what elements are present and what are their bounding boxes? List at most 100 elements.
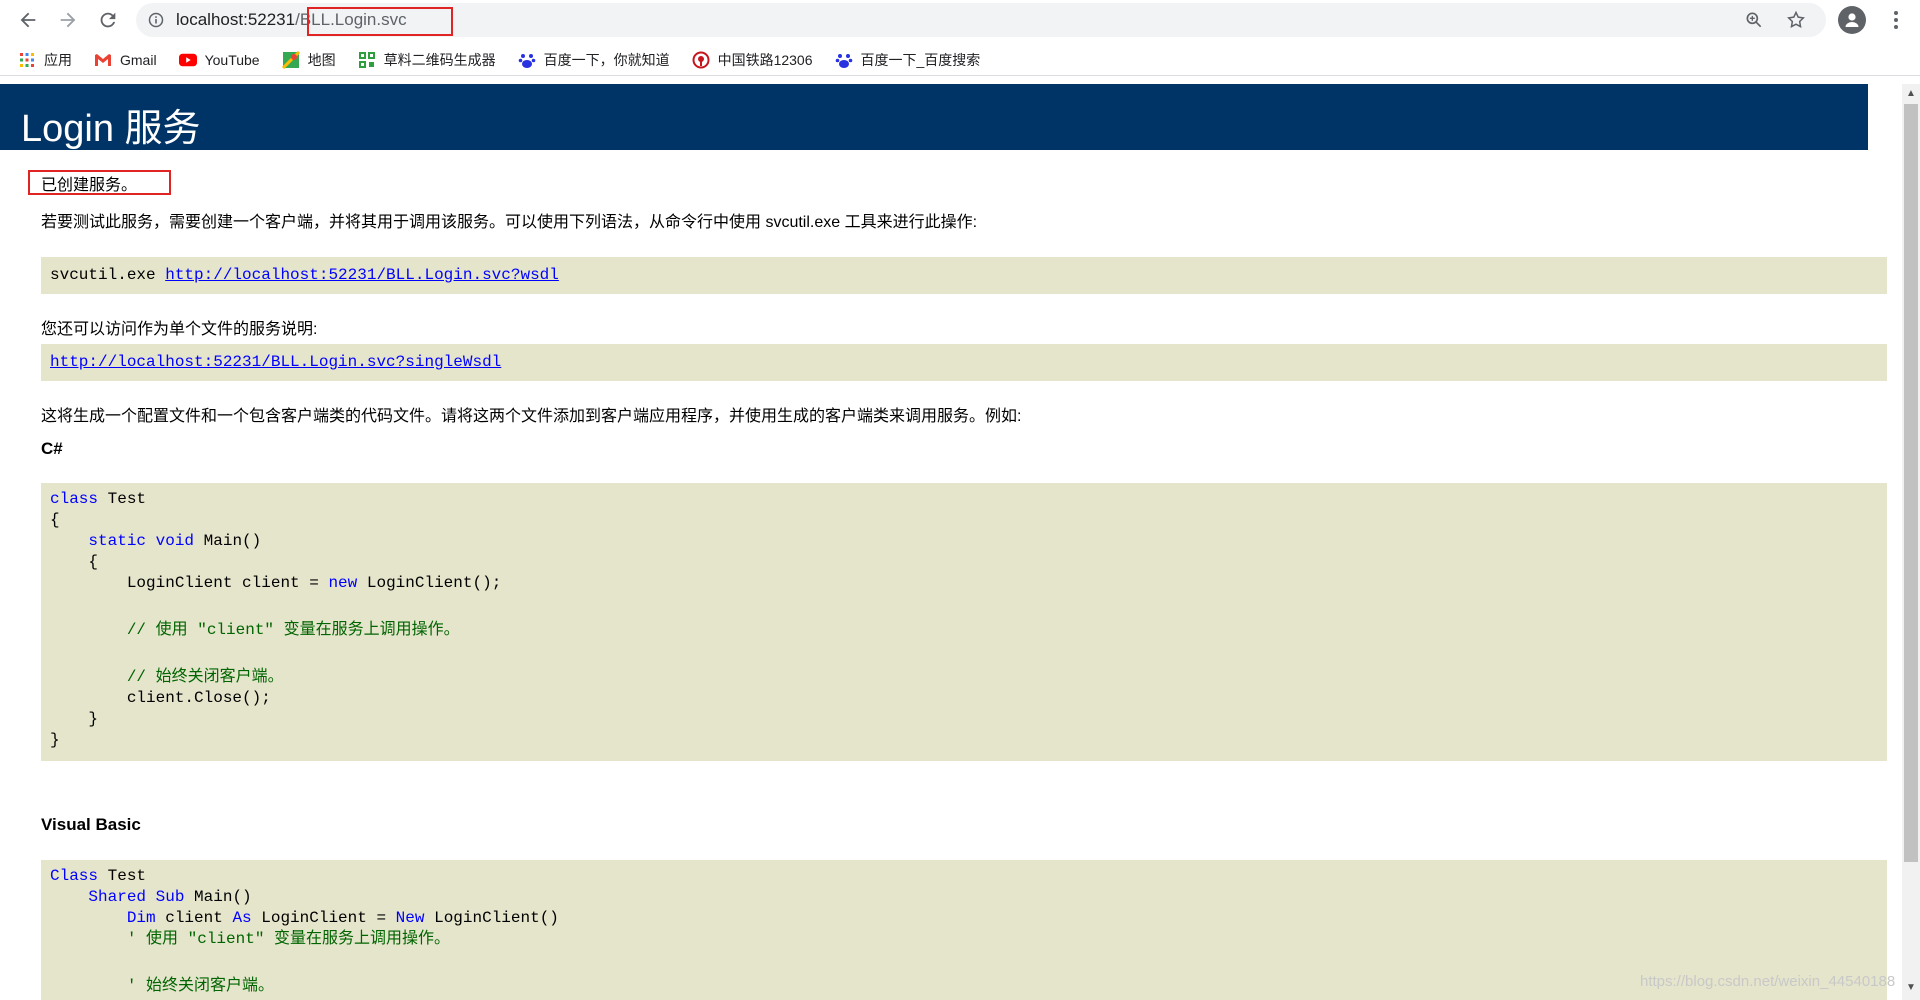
csharp-title: C# <box>41 439 63 458</box>
page-viewport: Login 服务 已创建服务。 若要测试此服务，需要创建一个客户端，并将其用于调… <box>0 84 1920 1000</box>
scroll-up-arrow-icon[interactable]: ▲ <box>1905 88 1917 100</box>
wsdl-link[interactable]: http://localhost:52231/BLL.Login.svc?wsd… <box>165 266 559 284</box>
code-line: Dim client As LoginClient = New LoginCli… <box>50 908 1878 929</box>
bookmark-qrcode[interactable]: 草料二维码生成器 <box>358 50 496 70</box>
bookmark-youtube[interactable]: YouTube <box>178 51 260 69</box>
zoom-icon[interactable] <box>1744 10 1764 30</box>
code-text: Test <box>98 867 147 885</box>
bookmark-label: YouTube <box>204 51 260 68</box>
created-highlight <box>28 170 171 195</box>
single-wsdl-link[interactable]: http://localhost:52231/BLL.Login.svc?sin… <box>50 353 501 371</box>
bookmark-12306[interactable]: 中国铁路12306 <box>692 50 813 70</box>
svcutil-line: svcutil.exe http://localhost:52231/BLL.L… <box>50 263 1878 284</box>
bookmarks-bar: 应用 Gmail YouTube 地图 草料二维码生成器 百度一下，你就知道 中… <box>0 44 1920 76</box>
code-keyword: static <box>88 532 147 550</box>
code-text: LoginClient client = <box>50 574 329 592</box>
url-path-highlight <box>307 7 453 36</box>
code-line: client.Close(); <box>50 689 271 707</box>
code-text: Main() <box>184 888 252 906</box>
code-keyword: void <box>155 532 195 550</box>
bookmark-label: 百度一下，你就知道 <box>543 51 670 68</box>
url-host: localhost:52231 <box>176 10 296 29</box>
bookmark-star-icon[interactable] <box>1786 10 1806 30</box>
code-line: LoginClient client = new LoginClient(); <box>50 573 1878 594</box>
forward-button[interactable] <box>48 0 88 40</box>
csharp-code-block: class Test { static void Main() { LoginC… <box>41 483 1887 761</box>
arrow-right-icon <box>60 12 76 28</box>
info-icon[interactable] <box>136 12 176 28</box>
code-comment: ' 始终关闭客户端。 <box>126 977 275 995</box>
code-keyword: new <box>328 574 358 592</box>
code-text: LoginClient(); <box>357 574 502 592</box>
bookmark-gmail[interactable]: Gmail <box>94 51 157 69</box>
bookmark-label: 草料二维码生成器 <box>383 51 496 68</box>
scroll-down-arrow-icon[interactable]: ▼ <box>1905 982 1917 994</box>
code-line: Class Test <box>50 866 1878 887</box>
code-line: // 始终关闭客户端。 <box>50 667 1878 688</box>
code-keyword: New <box>395 909 425 927</box>
bookmark-maps[interactable]: 地图 <box>281 50 336 70</box>
code-line: } <box>50 710 99 728</box>
code-line: ' 使用 "client" 变量在服务上调用操作。 <box>50 929 1878 950</box>
single-file-text: 您还可以访问作为单个文件的服务说明: <box>41 321 318 338</box>
generate-text: 这将生成一个配置文件和一个包含客户端类的代码文件。请将这两个文件添加到客户端应用… <box>41 408 1022 425</box>
profile-avatar[interactable] <box>1838 6 1866 34</box>
bookmark-apps[interactable]: 应用 <box>18 50 72 70</box>
code-line: ' 始终关闭客户端。 <box>50 976 1878 997</box>
code-keyword: Class <box>50 867 99 885</box>
code-line: class Test <box>50 489 1878 510</box>
code-keyword: As <box>232 909 252 927</box>
youtube-icon <box>178 51 197 69</box>
code-comment: ' 使用 "client" 变量在服务上调用操作。 <box>126 930 451 948</box>
code-keyword: Dim <box>126 909 156 927</box>
apps-grid-icon <box>18 51 36 69</box>
bookmark-baidu-home[interactable]: 百度一下，你就知道 <box>518 50 670 70</box>
code-comment: // 使用 "client" 变量在服务上调用操作。 <box>126 621 460 639</box>
bookmark-label: Gmail <box>120 51 157 68</box>
bookmark-label: 中国铁路12306 <box>717 51 813 68</box>
back-button[interactable] <box>8 0 48 40</box>
browser-menu-button[interactable] <box>1884 8 1908 32</box>
code-text: LoginClient() <box>424 909 559 927</box>
code-line: // 使用 "client" 变量在服务上调用操作。 <box>50 620 1878 641</box>
qrcode-icon <box>358 51 376 69</box>
scrollbar-thumb[interactable] <box>1904 104 1918 862</box>
intro-text: 若要测试此服务，需要创建一个客户端，并将其用于调用该服务。可以使用下列语法，从命… <box>41 214 978 231</box>
bookmark-baidu-search[interactable]: 百度一下_百度搜索 <box>835 50 981 70</box>
browser-toolbar: localhost:52231/BLL.Login.svc <box>0 0 1920 40</box>
code-comment: // 始终关闭客户端。 <box>126 668 284 686</box>
single-wsdl-code-block: http://localhost:52231/BLL.Login.svc?sin… <box>41 344 1887 381</box>
vb-code-block: Class Test Shared Sub Main() Dim client … <box>41 860 1887 1000</box>
arrow-left-icon <box>20 12 36 28</box>
code-line: Shared Sub Main() <box>50 887 1878 908</box>
code-keyword: class <box>50 490 99 508</box>
svcutil-code-block: svcutil.exe http://localhost:52231/BLL.L… <box>41 257 1887 294</box>
baidu-paw-icon <box>518 51 536 69</box>
code-line: { <box>50 553 99 571</box>
bookmark-label: 应用 <box>44 51 72 68</box>
code-keyword: Sub <box>155 888 185 906</box>
code-text: Test <box>98 490 147 508</box>
code-line: } <box>50 731 60 749</box>
bookmark-label: 百度一下_百度搜索 <box>860 51 981 68</box>
page-heading-bar: Login 服务 <box>0 84 1868 150</box>
omnibox-actions <box>1744 3 1806 37</box>
reload-icon <box>100 12 116 28</box>
reload-button[interactable] <box>88 0 128 40</box>
code-line: { <box>50 511 60 529</box>
code-text: client <box>155 909 233 927</box>
baidu-paw-icon <box>835 51 853 69</box>
page-title: Login 服务 <box>21 108 201 150</box>
bookmark-label: 地图 <box>307 51 336 68</box>
